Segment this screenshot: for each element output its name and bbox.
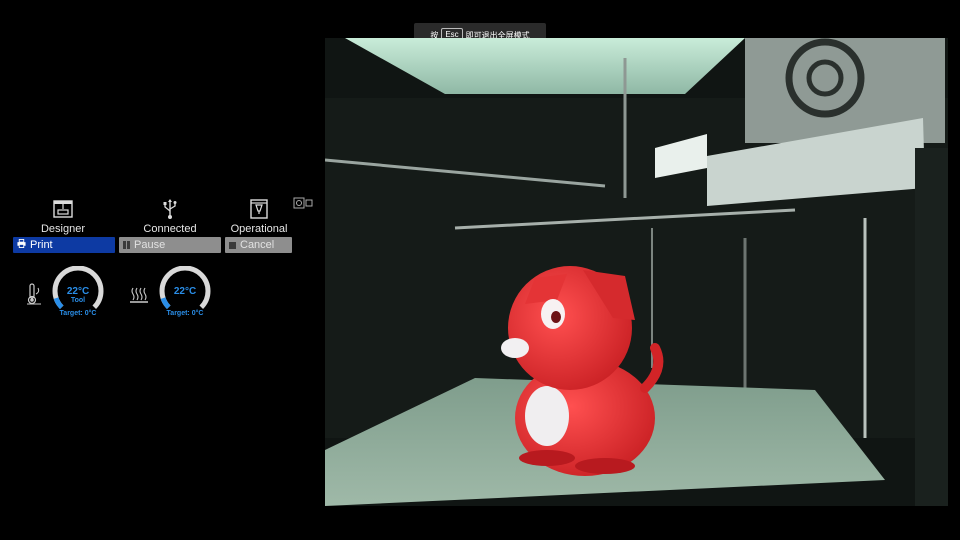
tool-temperature-gauge: 22°C Tool Target: 0°C (50, 266, 106, 318)
cancel-label: Cancel (240, 239, 275, 251)
bed-temperature-value: 22°C (173, 286, 197, 297)
nozzle-icon (248, 198, 270, 220)
status-connection: Connected (130, 198, 210, 235)
camera-toggle-icon[interactable] (293, 196, 315, 209)
usb-icon (159, 198, 181, 220)
gauge-level (160, 297, 171, 310)
pause-icon (123, 241, 130, 249)
webcam-stream (325, 38, 948, 506)
cancel-button[interactable]: Cancel (225, 237, 292, 253)
thermometer-icon (23, 282, 45, 306)
pause-button[interactable]: Pause (119, 237, 221, 253)
tool-target-temperature: Target: 0°C (59, 310, 97, 317)
print-button[interactable]: Print (13, 237, 115, 253)
print-label: Print (30, 239, 53, 251)
status-operational: Operational (219, 198, 299, 235)
heated-bed-icon (128, 282, 150, 306)
pause-label: Pause (134, 239, 166, 251)
bed-target-temperature: Target: 0°C (166, 310, 204, 317)
designer-label: Designer (40, 223, 86, 235)
stop-icon (229, 241, 236, 249)
printer-icon (52, 198, 74, 220)
status-designer: Designer (23, 198, 103, 235)
connection-label: Connected (143, 223, 197, 235)
print-icon (17, 239, 26, 251)
tool-temperature-value: 22°C (66, 286, 90, 297)
tool-label: Tool (70, 297, 86, 304)
bed-temperature-gauge: 22°C Target: 0°C (157, 266, 213, 318)
operational-label: Operational (230, 223, 288, 235)
